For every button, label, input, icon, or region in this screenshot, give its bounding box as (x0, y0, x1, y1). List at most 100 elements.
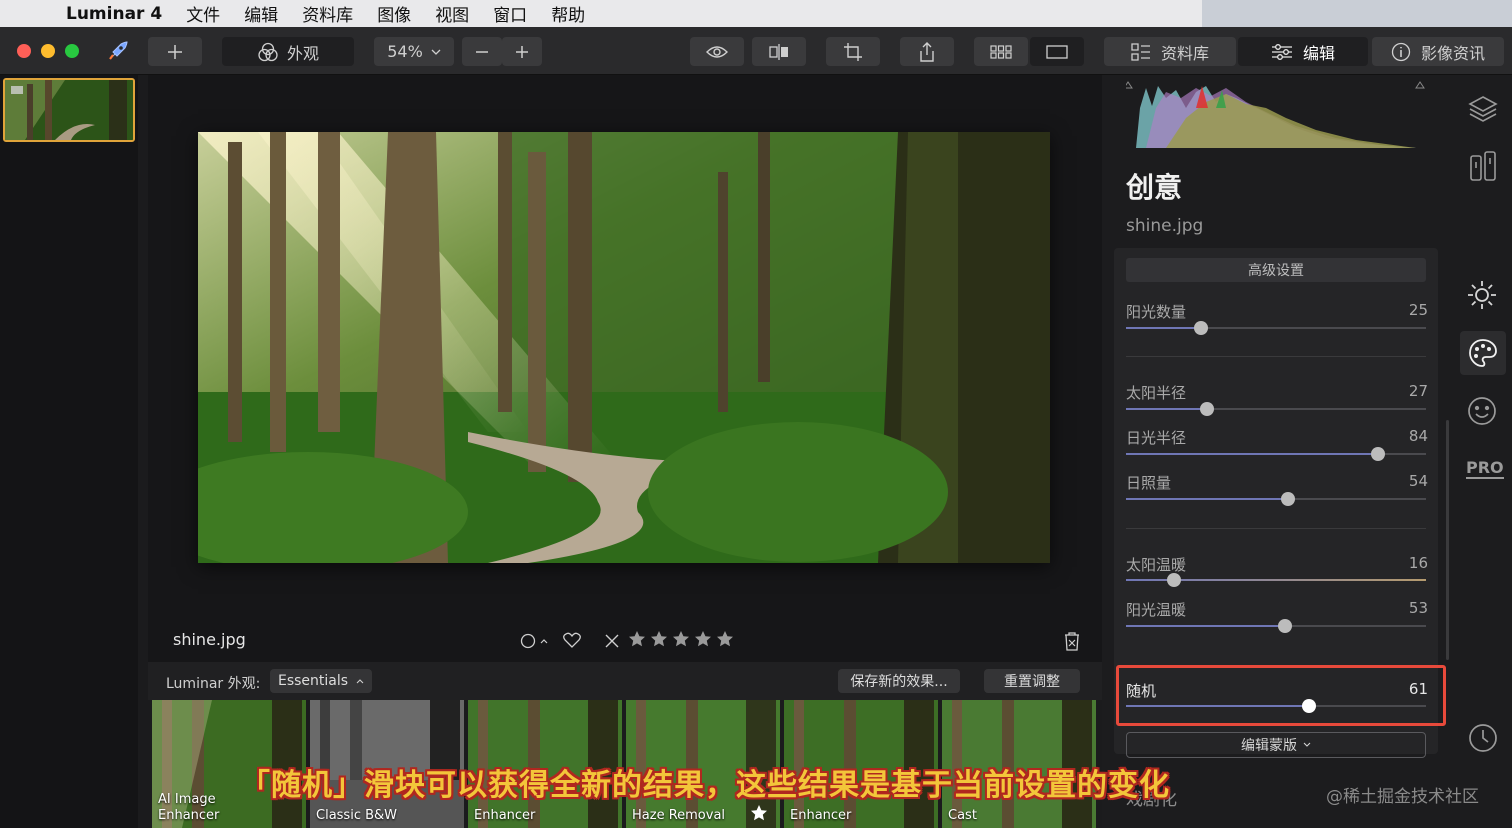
thumbnail-image (5, 80, 133, 140)
portrait-tools-icon[interactable] (1466, 395, 1498, 431)
zoom-select[interactable]: 54% (374, 37, 454, 66)
slider-ray-radius[interactable] (1126, 447, 1426, 461)
plus-icon (168, 44, 182, 59)
menu-window[interactable]: 窗口 (493, 1, 527, 26)
favorite-button[interactable] (563, 632, 581, 652)
sliders-icon (1271, 43, 1292, 60)
highlight-clip-icon (1415, 81, 1425, 89)
slider-label-sun-radius: 太阳半径 (1126, 384, 1187, 402)
star-icon[interactable] (628, 630, 646, 648)
slider-knob[interactable] (1281, 492, 1295, 506)
compare-icon (769, 43, 788, 60)
close-window-button[interactable] (17, 44, 31, 58)
slider-value-ray-radius: 84 (1408, 427, 1428, 445)
slider-sunlight-amount[interactable] (1126, 492, 1426, 506)
zoom-in-button[interactable] (502, 37, 542, 66)
compare-button[interactable] (752, 37, 806, 66)
pro-tools-icon[interactable]: PRO (1466, 459, 1504, 479)
delete-button[interactable] (1063, 631, 1081, 655)
menu-image[interactable]: 图像 (377, 1, 411, 26)
sun-essentials-icon[interactable] (1466, 279, 1498, 315)
advanced-settings-toggle[interactable]: 高级设置 (1126, 258, 1426, 282)
star-icon[interactable] (716, 630, 734, 648)
tab-edit[interactable]: 编辑 (1238, 37, 1368, 66)
chevron-up-icon (356, 679, 364, 684)
creative-tools-icon[interactable] (1460, 331, 1506, 375)
slider-label-sunray-amount: 阳光数量 (1126, 303, 1187, 321)
menubar-background-window (1202, 0, 1512, 27)
zoom-window-button[interactable] (65, 44, 79, 58)
minimize-window-button[interactable] (41, 44, 55, 58)
menu-help[interactable]: 帮助 (551, 1, 585, 26)
slider-sun-warmth[interactable] (1126, 573, 1426, 587)
panel-scrollbar[interactable] (1446, 420, 1449, 660)
shadow-clip-icon (1123, 81, 1133, 89)
color-label-button[interactable] (520, 633, 548, 649)
save-look-button[interactable]: 保存新的效果... (838, 669, 960, 693)
watermark: @稀土掘金技术社区 (1326, 787, 1479, 807)
filmstrip-thumbnail-selected[interactable] (3, 78, 135, 142)
menu-file[interactable]: 文件 (186, 1, 220, 26)
zoom-value: 54% (387, 42, 423, 61)
zoom-out-button[interactable] (462, 37, 502, 66)
slider-knob[interactable] (1167, 573, 1181, 587)
slider-randomize[interactable] (1126, 699, 1426, 713)
menu-edit[interactable]: 编辑 (244, 1, 278, 26)
slider-fill (1126, 453, 1378, 455)
share-icon (920, 41, 934, 62)
filmstrip (0, 75, 138, 828)
look-name-line2: Enhancer (474, 808, 536, 823)
share-button[interactable] (900, 37, 954, 66)
add-image-button[interactable] (148, 37, 202, 66)
tutorial-caption: 「随机」滑块可以获得全新的结果，这些结果是基于当前设置的变化 (240, 768, 1170, 803)
preview-button[interactable] (690, 37, 744, 66)
main-photo[interactable] (198, 132, 1050, 563)
looks-button[interactable]: 外观 (222, 37, 354, 66)
edit-mask-button[interactable]: 编辑蒙版 (1126, 732, 1426, 758)
panel-filename: shine.jpg (1126, 216, 1204, 236)
slider-fill (1126, 408, 1207, 410)
crop-button[interactable] (826, 37, 880, 66)
divider (1126, 356, 1426, 357)
grid-view-button[interactable] (974, 37, 1028, 66)
slider-value-sunlight-amount: 54 (1408, 472, 1428, 490)
looks-bar-label: Luminar 外观: (166, 676, 261, 692)
slider-knob[interactable] (1200, 402, 1214, 416)
star-icon[interactable] (672, 630, 690, 648)
slider-knob[interactable] (1278, 619, 1292, 633)
slider-value-ray-warmth: 53 (1408, 599, 1428, 617)
look-name-line2: Classic B&W (316, 808, 398, 823)
tab-image-info-label: 影像资讯 (1420, 43, 1485, 63)
history-icon[interactable] (1467, 722, 1499, 758)
layers-icon[interactable] (1467, 94, 1499, 128)
slider-knob[interactable] (1194, 321, 1208, 335)
tab-library[interactable]: 资料库 (1104, 37, 1236, 66)
reset-adjustments-button[interactable]: 重置调整 (984, 669, 1080, 693)
tab-library-label: 资料库 (1160, 43, 1209, 63)
menu-view[interactable]: 视图 (435, 1, 469, 26)
menu-library[interactable]: 资料库 (302, 1, 353, 26)
slider-sunray-amount[interactable] (1126, 321, 1426, 335)
canvas-tools-icon[interactable] (1469, 150, 1497, 186)
reject-button[interactable] (604, 633, 620, 653)
star-icon[interactable] (694, 630, 712, 648)
menu-app-name[interactable]: Luminar 4 (66, 4, 162, 24)
grid-icon (990, 44, 1012, 59)
slider-label-ray-warmth: 阳光温暖 (1126, 601, 1187, 619)
star-icon[interactable] (650, 630, 668, 648)
looks-collection-select[interactable]: Essentials (270, 669, 372, 693)
image-filename: shine.jpg (173, 630, 246, 649)
slider-knob[interactable] (1302, 699, 1316, 713)
library-icon (1131, 42, 1150, 61)
favorite-star-icon[interactable] (750, 804, 768, 822)
crop-icon (844, 42, 862, 61)
slider-knob[interactable] (1371, 447, 1385, 461)
single-view-button[interactable] (1030, 37, 1084, 66)
rocket-icon[interactable] (106, 39, 130, 67)
slider-label-sun-warmth: 太阳温暖 (1126, 556, 1187, 574)
tab-image-info[interactable]: 影像资讯 (1372, 37, 1504, 66)
trash-icon (1065, 632, 1079, 651)
star-rating[interactable] (628, 630, 734, 648)
slider-ray-warmth[interactable] (1126, 619, 1426, 633)
slider-sun-radius[interactable] (1126, 402, 1426, 416)
